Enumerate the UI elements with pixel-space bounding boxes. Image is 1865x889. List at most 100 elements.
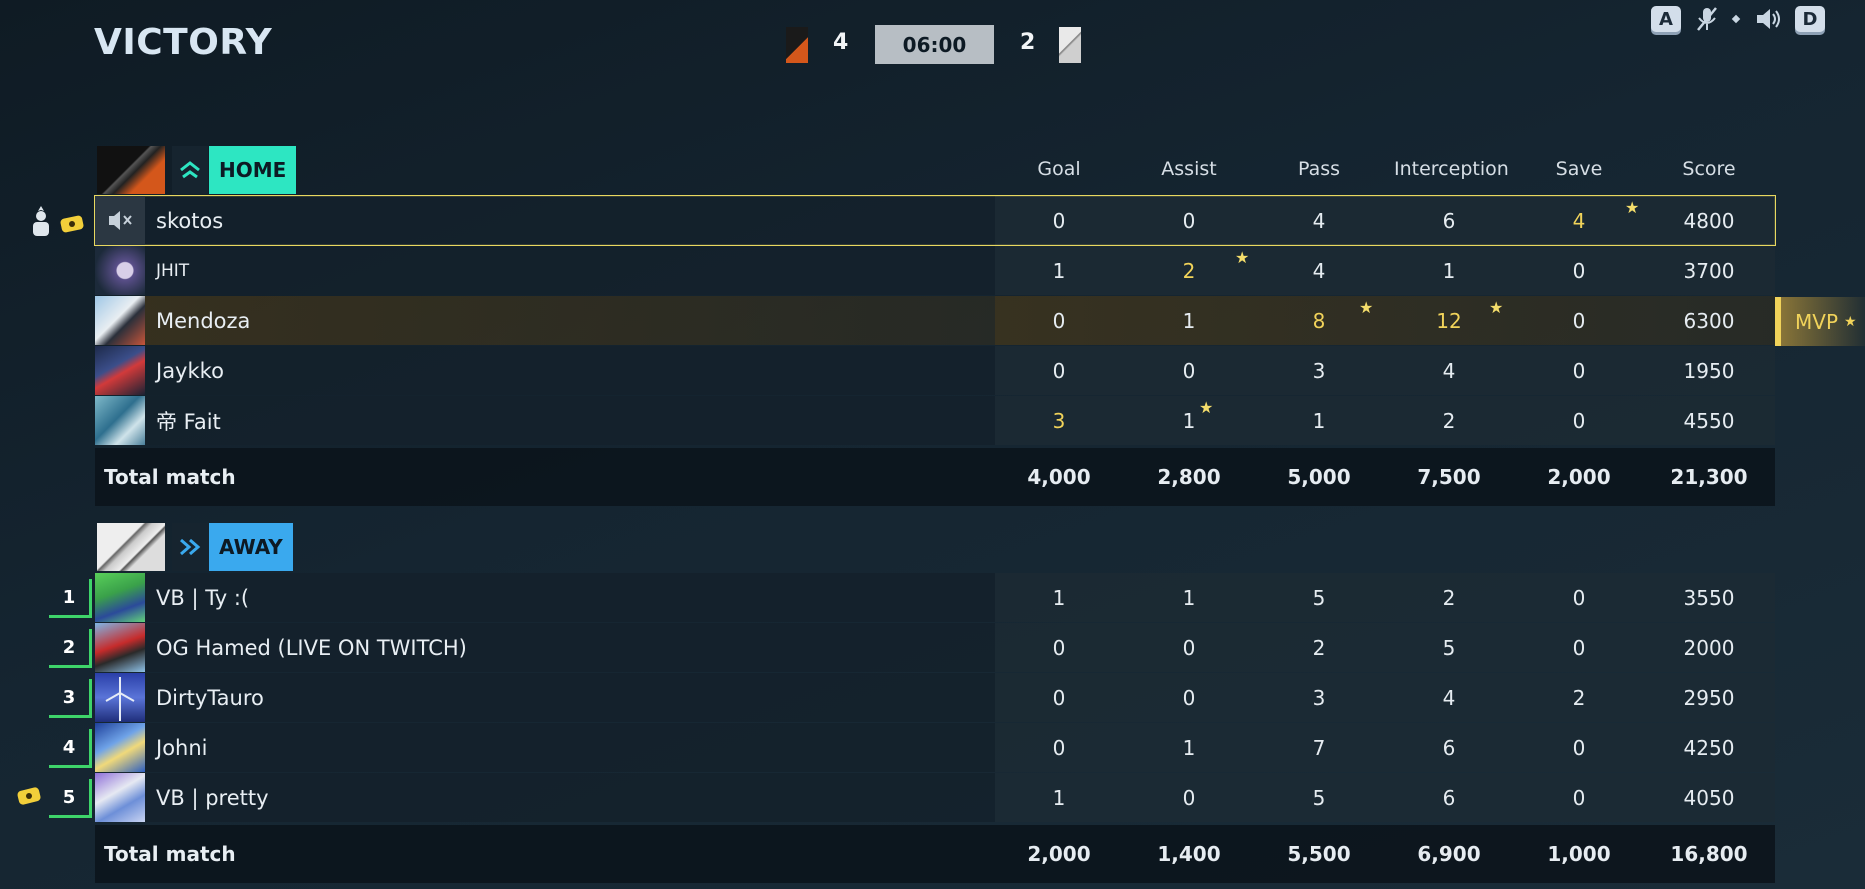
- away-team-logo: [1059, 27, 1081, 63]
- stat-save: 2: [1572, 685, 1586, 710]
- stat-interception: 6: [1442, 208, 1456, 233]
- mvp-label: MVP: [1795, 309, 1838, 334]
- stat-goal: 0: [1052, 635, 1066, 660]
- key-d-button[interactable]: D: [1795, 6, 1825, 32]
- stat-save: 0: [1572, 308, 1586, 333]
- stat-assist: 1: [1182, 735, 1196, 760]
- home-player-row-1[interactable]: skotos 0 0 4 6 4 ★ 4800: [94, 195, 1776, 246]
- home-team-crest: [97, 146, 165, 194]
- away-team-label: AWAY: [209, 523, 293, 571]
- total-assist: 1,400: [1157, 842, 1221, 866]
- stat-interception: 5: [1442, 635, 1456, 660]
- player-name: Jaykko: [156, 358, 224, 383]
- col-assist: Assist: [1161, 158, 1217, 180]
- stat-pass: 2: [1312, 635, 1326, 660]
- rank-badge: 3: [49, 679, 92, 718]
- total-goal: 4,000: [1027, 465, 1091, 489]
- speaker-icon[interactable]: [1755, 6, 1783, 32]
- player-name: JHIT: [156, 260, 190, 281]
- stat-goal: 1: [1052, 785, 1066, 810]
- total-interception: 6,900: [1417, 842, 1481, 866]
- player-name: VB | Ty :(: [156, 585, 250, 610]
- stat-pass: 3: [1312, 685, 1326, 710]
- away-team-crest: [97, 523, 165, 571]
- stat-score: 3550: [1683, 585, 1735, 610]
- stat-save: 0: [1572, 635, 1586, 660]
- stat-interception: 6: [1442, 785, 1456, 810]
- away-player-row-3[interactable]: 3 DirtyTauro 0 0 3 4 2 2950: [49, 673, 1775, 722]
- stat-save: 4: [1572, 208, 1586, 233]
- total-pass: 5,000: [1287, 465, 1351, 489]
- home-total-row: Total match 4,000 2,800 5,000 7,500 2,00…: [95, 448, 1775, 506]
- total-label: Total match: [104, 465, 236, 489]
- home-player-row-3[interactable]: Mendoza 0 1 8 ★ 12 ★ 0 6300: [95, 296, 1775, 345]
- stat-goal: 3: [1052, 408, 1066, 433]
- col-goal: Goal: [1037, 158, 1081, 180]
- player-name: DirtyTauro: [156, 685, 264, 710]
- player-avatar: [95, 573, 145, 622]
- home-player-row-2[interactable]: JHIT 1 2 ★ 4 1 0 3700: [95, 246, 1775, 295]
- stat-assist: 1: [1182, 408, 1196, 433]
- stat-interception: 12: [1436, 308, 1462, 333]
- player-name: Mendoza: [156, 308, 251, 333]
- away-rank-badge-icon: [172, 523, 208, 571]
- stat-save: 0: [1572, 358, 1586, 383]
- total-save: 1,000: [1547, 842, 1611, 866]
- stat-assist: 1: [1182, 308, 1196, 333]
- home-player-row-5[interactable]: 帝 Fait 3 ★ 1 1 2 0 4550: [95, 396, 1775, 445]
- total-pass: 5,500: [1287, 842, 1351, 866]
- stat-goal: 1: [1052, 585, 1066, 610]
- stat-save: 0: [1572, 735, 1586, 760]
- rank-badge: 2: [49, 629, 92, 668]
- top-controls: A D: [1651, 6, 1825, 32]
- mic-muted-icon[interactable]: [1695, 6, 1719, 32]
- player-avatar: [95, 246, 145, 295]
- stat-pass: 1: [1312, 408, 1326, 433]
- stat-assist: 0: [1182, 635, 1196, 660]
- total-score: 21,300: [1670, 465, 1748, 489]
- key-a-button[interactable]: A: [1651, 6, 1681, 32]
- stat-save: 0: [1572, 785, 1586, 810]
- match-result-title: VICTORY: [94, 22, 273, 63]
- col-pass: Pass: [1297, 158, 1341, 180]
- stat-pass: 5: [1312, 585, 1326, 610]
- away-player-row-5[interactable]: 5 VB | pretty 1 0 5 6 0 4050: [49, 773, 1775, 822]
- home-player-row-4[interactable]: Jaykko 0 0 3 4 0 1950: [95, 346, 1775, 395]
- stat-score: 2000: [1683, 635, 1735, 660]
- stat-save: 0: [1572, 258, 1586, 283]
- stat-score: 2950: [1683, 685, 1735, 710]
- stat-pass: 8: [1312, 308, 1326, 333]
- total-save: 2,000: [1547, 465, 1611, 489]
- total-assist: 2,800: [1157, 465, 1221, 489]
- player-avatar: [95, 296, 145, 345]
- player-avatar: [95, 723, 145, 772]
- best-stat-star-icon: ★: [1489, 298, 1504, 317]
- stat-goal: 0: [1052, 358, 1066, 383]
- home-team-logo: [786, 27, 808, 63]
- player-name: 帝 Fait: [156, 409, 221, 434]
- away-player-row-1[interactable]: 1 VB | Ty :( 1 1 5 2 0 3550: [49, 573, 1775, 622]
- stat-assist: 0: [1182, 358, 1196, 383]
- away-player-row-2[interactable]: 2 OG Hamed (LIVE ON TWITCH) 0 0 2 5 0 20…: [49, 623, 1775, 672]
- stat-assist: 2: [1182, 258, 1196, 283]
- stat-interception: 6: [1442, 735, 1456, 760]
- windmill-avatar-icon: [95, 673, 145, 722]
- stat-interception: 1: [1442, 258, 1456, 283]
- stat-assist: 0: [1182, 685, 1196, 710]
- match-timer: 06:00: [875, 25, 994, 64]
- stat-pass: 7: [1312, 735, 1326, 760]
- stat-score: 4550: [1683, 408, 1735, 433]
- stat-score: 1950: [1683, 358, 1735, 383]
- total-goal: 2,000: [1027, 842, 1091, 866]
- away-player-row-4[interactable]: 4 Johni 0 1 7 6 0 4250: [49, 723, 1775, 772]
- stat-pass: 4: [1312, 208, 1326, 233]
- player-avatar: [95, 396, 145, 445]
- home-team-label: HOME: [209, 146, 297, 194]
- best-stat-star-icon: ★: [1235, 248, 1250, 267]
- away-score: 2: [1020, 30, 1036, 55]
- stat-goal: 0: [1052, 308, 1066, 333]
- player-name: OG Hamed (LIVE ON TWITCH): [156, 635, 467, 660]
- stat-pass: 4: [1312, 258, 1326, 283]
- stat-save: 0: [1572, 408, 1586, 433]
- away-total-row: Total match 2,000 1,400 5,500 6,900 1,00…: [95, 825, 1775, 883]
